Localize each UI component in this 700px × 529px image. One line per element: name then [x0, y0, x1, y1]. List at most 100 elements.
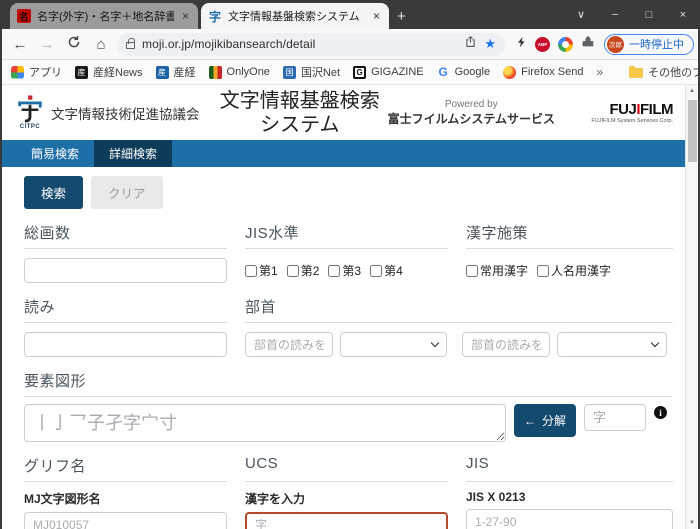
new-tab-button[interactable]: +: [397, 8, 406, 25]
jis-level-1[interactable]: 第1: [245, 262, 278, 279]
radical-reading-input-1[interactable]: [245, 332, 333, 357]
radical-reading-input-2[interactable]: [462, 332, 550, 357]
back-icon[interactable]: ←: [9, 36, 31, 53]
tab-title: 文字情報基盤検索システム: [228, 8, 365, 24]
window-controls: ∨ − □ ×: [564, 0, 700, 29]
bookmark-star-icon[interactable]: ★: [484, 36, 496, 52]
home-icon[interactable]: ⌂: [90, 36, 112, 53]
strokes-heading: 総画数: [24, 222, 227, 249]
checkbox[interactable]: [245, 265, 257, 277]
folder-icon: [629, 68, 643, 78]
search-button[interactable]: 検索: [24, 176, 83, 209]
jis-level-4[interactable]: 第4: [370, 262, 403, 279]
radical-select-2[interactable]: [557, 332, 667, 357]
bookmark-sankei[interactable]: 産 産経: [156, 64, 196, 80]
bookmark-label: アプリ: [29, 64, 62, 80]
adblock-extension-icon[interactable]: ABP: [535, 37, 550, 52]
reading-input[interactable]: [24, 332, 227, 357]
page-scrollbar[interactable]: ▲ ▼: [685, 85, 698, 529]
bookmark-onlyone[interactable]: OnlyOne: [209, 66, 270, 79]
tab2-favicon-icon: 字: [208, 9, 222, 23]
tab-detail-search[interactable]: 詳細検索: [94, 140, 172, 167]
clear-button[interactable]: クリア: [91, 176, 163, 209]
close-tab-icon[interactable]: ×: [180, 9, 191, 23]
scrollbar-thumb[interactable]: [688, 100, 697, 162]
checkbox[interactable]: [287, 265, 299, 277]
checkbox[interactable]: [537, 265, 549, 277]
bookmarks-overflow-icon[interactable]: »: [596, 65, 603, 79]
window-menu-icon[interactable]: ∨: [564, 0, 598, 29]
bolt-extension-icon[interactable]: [516, 35, 527, 54]
tab-simple-search[interactable]: 簡易検索: [16, 140, 94, 167]
jis-heading: JIS: [466, 455, 673, 482]
checkbox[interactable]: [466, 265, 478, 277]
powered-by-label: Powered by: [388, 99, 555, 110]
jinmeiyo-kanji[interactable]: 人名用漢字: [537, 262, 611, 279]
google-g-icon: G: [437, 66, 450, 79]
share-icon[interactable]: [464, 35, 477, 53]
lock-icon[interactable]: [126, 42, 135, 49]
strokes-input[interactable]: [24, 258, 227, 283]
citpc-logo[interactable]: CITPC 文字情報技術促進協議会: [16, 95, 212, 130]
checkbox-label: 第1: [259, 262, 278, 279]
fujifilm-subtitle: FUJIFILM System Services Corp.: [569, 118, 673, 124]
bookmark-apps[interactable]: アプリ: [11, 64, 62, 80]
other-bookmarks[interactable]: その他のブックマーク: [629, 64, 700, 80]
checkbox[interactable]: [328, 265, 340, 277]
bookmark-firefox-send[interactable]: Firefox Send: [503, 66, 583, 79]
element-textarea[interactable]: [24, 404, 506, 442]
profile-chip[interactable]: 次郎 一時停止中: [604, 34, 694, 55]
address-bar[interactable]: moji.or.jp/mojikibansearch/detail ★: [117, 33, 505, 56]
avatar: 次郎: [607, 36, 624, 53]
jisx0213-input[interactable]: [466, 509, 673, 529]
scroll-down-icon[interactable]: ▼: [686, 520, 698, 526]
bookmark-label: Google: [455, 66, 490, 78]
kanji-policy-checkboxes: 常用漢字 人名用漢字: [466, 258, 673, 283]
info-icon[interactable]: i: [654, 406, 667, 419]
search-form: 検索 クリア 総画数 JIS水準 漢字施策 第1 第2 第3 第4: [2, 176, 685, 529]
browser-tab-2-active[interactable]: 字 文字情報基盤検索システム ×: [201, 3, 389, 29]
sankei-news-icon: 産: [75, 66, 88, 79]
firefox-send-icon: [503, 66, 516, 79]
minimize-icon[interactable]: −: [598, 0, 632, 29]
tab1-favicon-icon: 名: [17, 9, 31, 23]
checkbox-label: 人名用漢字: [551, 262, 611, 279]
reload-icon[interactable]: [63, 35, 85, 53]
decompose-button[interactable]: ←分解: [514, 404, 576, 437]
left-arrow-icon: ←: [524, 414, 536, 428]
checkbox[interactable]: [370, 265, 382, 277]
decompose-char-input[interactable]: [584, 404, 646, 431]
extensions-puzzle-icon[interactable]: [581, 35, 595, 54]
close-window-icon[interactable]: ×: [666, 0, 700, 29]
scroll-up-icon[interactable]: ▲: [686, 88, 698, 94]
org-name: 文字情報技術促進協議会: [51, 103, 200, 123]
chrome-body: ← → ⌂ moji.or.jp/mojikibansearch/detail …: [0, 29, 700, 529]
joyo-kanji[interactable]: 常用漢字: [466, 262, 528, 279]
jis-level-2[interactable]: 第2: [287, 262, 320, 279]
browser-tab-1[interactable]: 名 名字(外字)・名字＋地名辞書総合 ×: [10, 3, 198, 29]
bookmark-label: GIGAZINE: [371, 66, 424, 78]
maximize-icon[interactable]: □: [632, 0, 666, 29]
bookmark-gigazine[interactable]: G GIGAZINE: [353, 66, 424, 79]
close-tab-icon[interactable]: ×: [371, 9, 382, 23]
mj-glyph-input[interactable]: [24, 512, 227, 529]
brand-text: FILM: [640, 101, 673, 118]
page: CITPC 文字情報技術促進協議会 文字情報基盤検索システム Powered b…: [2, 85, 698, 529]
checkbox-label: 常用漢字: [480, 262, 528, 279]
url-text[interactable]: moji.or.jp/mojikibansearch/detail: [142, 37, 457, 51]
bookmark-kunisawa[interactable]: 国 国沢Net: [283, 64, 340, 80]
bookmark-google[interactable]: G Google: [437, 66, 490, 79]
colorwheel-extension-icon[interactable]: [558, 37, 573, 52]
browser-window: 名 名字(外字)・名字＋地名辞書総合 × 字 文字情報基盤検索システム × + …: [0, 0, 700, 529]
checkbox-label: 第4: [384, 262, 403, 279]
bookmark-sankei-news[interactable]: 産 産経News: [75, 64, 143, 80]
element-heading: 要素図形: [24, 370, 671, 397]
kanji-input[interactable]: [245, 512, 448, 529]
forward-icon[interactable]: →: [36, 36, 58, 53]
jis-level-checkboxes: 第1 第2 第3 第4: [245, 258, 448, 283]
onlyone-icon: [209, 66, 222, 79]
jis-level-3[interactable]: 第3: [328, 262, 361, 279]
citpc-logo-stack: CITPC: [16, 95, 44, 130]
radical-select-1[interactable]: [340, 332, 447, 357]
site-header: CITPC 文字情報技術促進協議会 文字情報基盤検索システム Powered b…: [2, 85, 685, 140]
